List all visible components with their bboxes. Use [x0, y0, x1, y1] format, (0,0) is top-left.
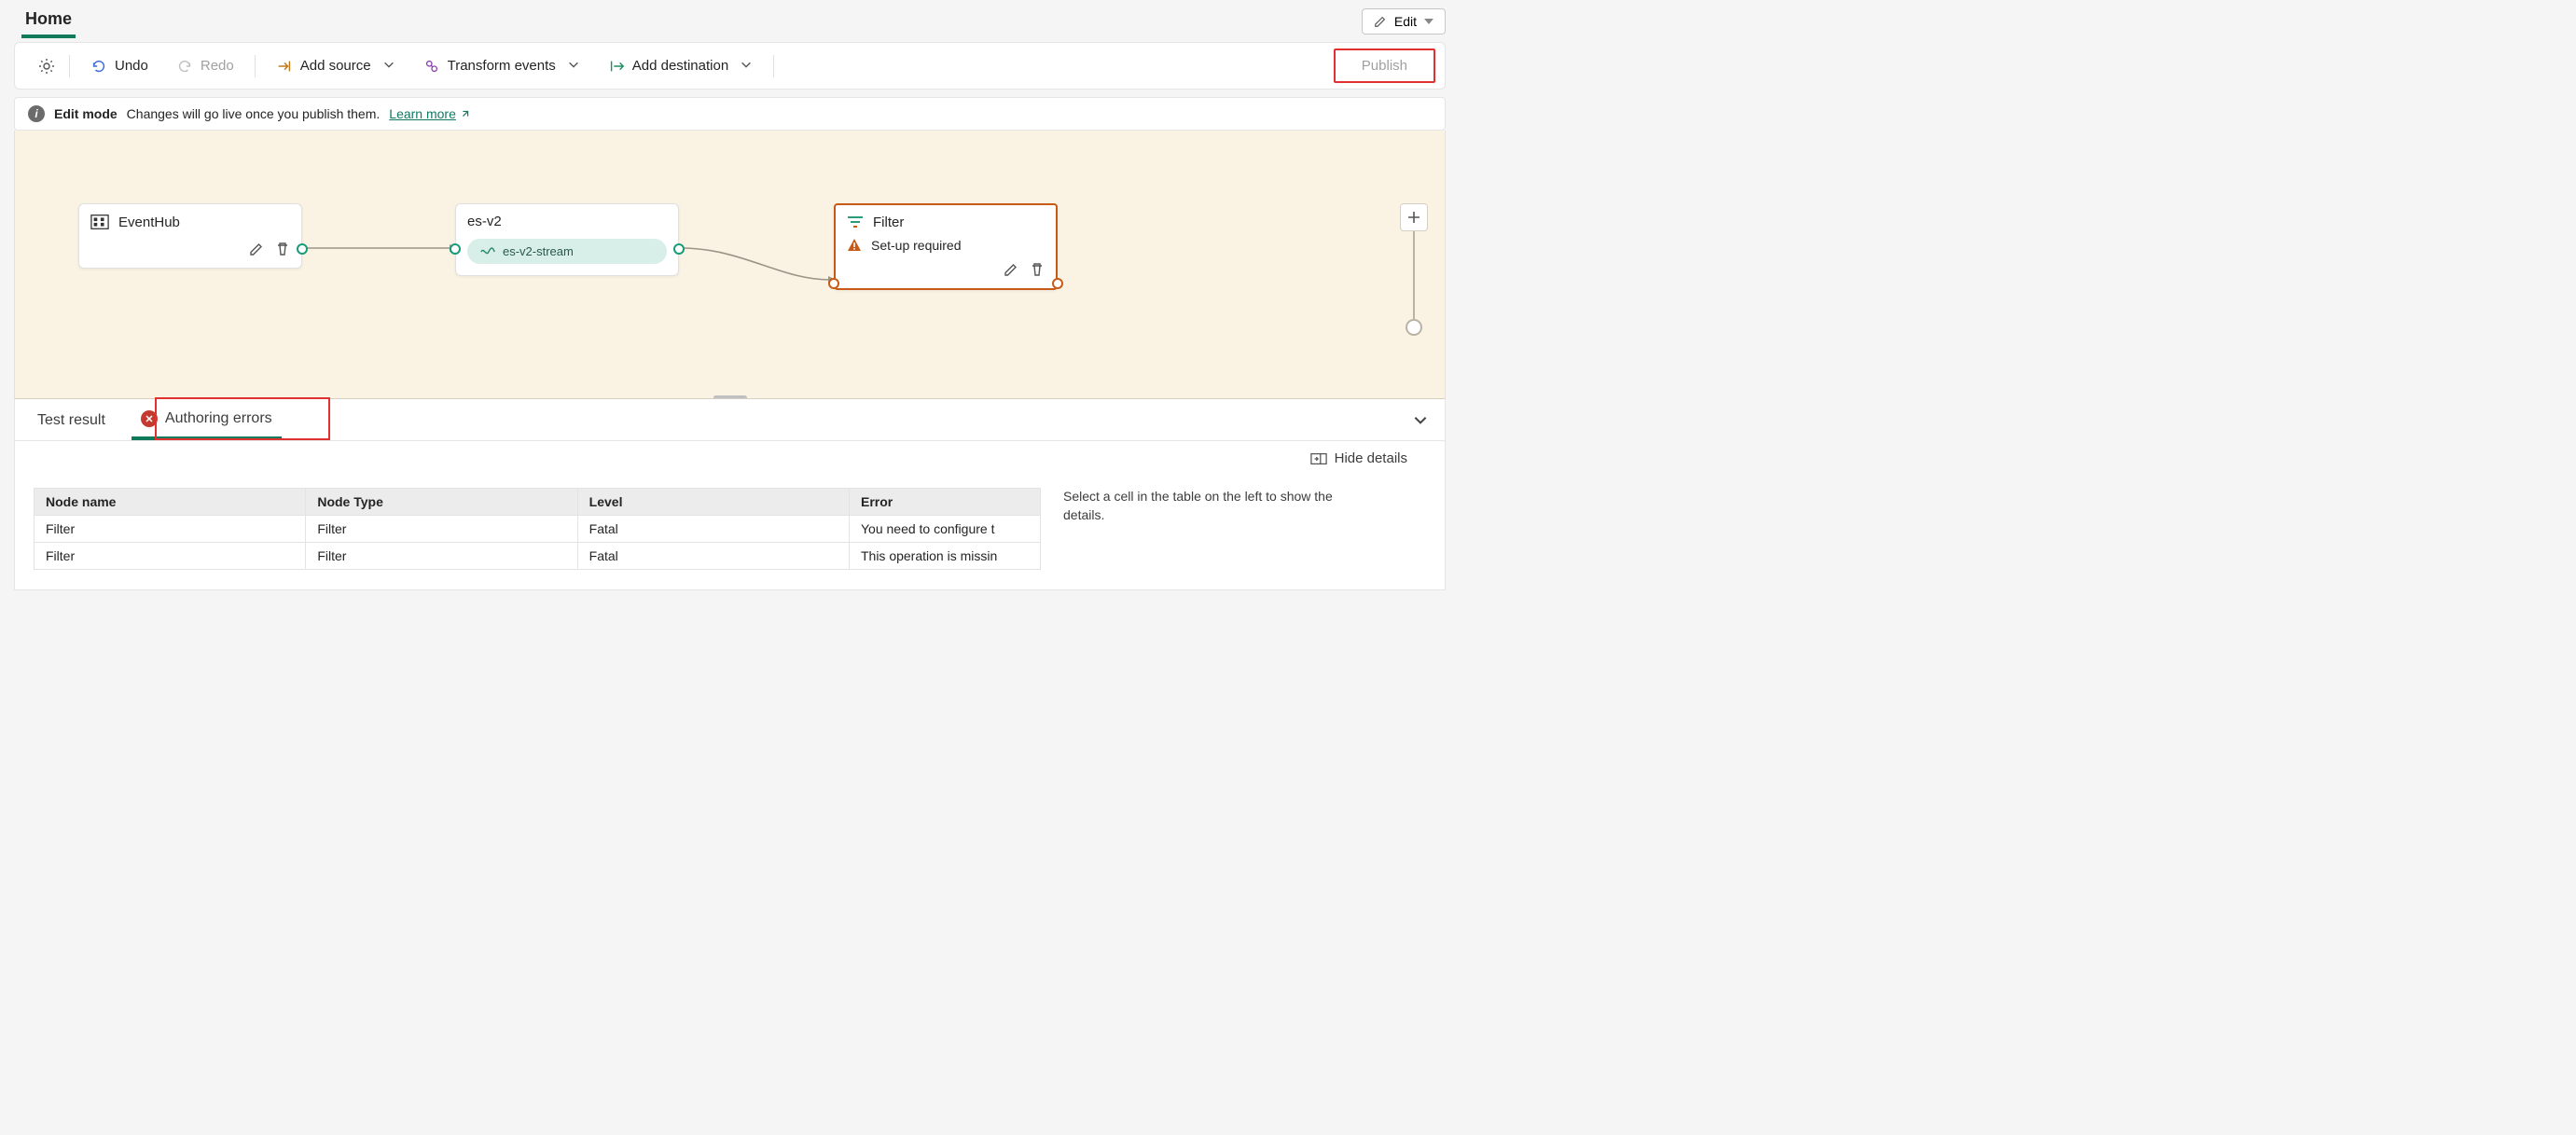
- tab-authoring-errors[interactable]: ✕ Authoring errors: [132, 399, 282, 440]
- transform-icon: [423, 58, 440, 75]
- details-help-text: Select a cell in the table on the left t…: [1063, 488, 1343, 576]
- table-row[interactable]: Filter Filter Fatal You need to configur…: [35, 516, 1041, 543]
- transform-label: Transform events: [448, 58, 556, 74]
- cell-node-name[interactable]: Filter: [35, 516, 306, 543]
- gear-icon: [37, 57, 56, 76]
- node-esv2-title: es-v2: [467, 214, 502, 229]
- edit-mode-banner: i Edit mode Changes will go live once yo…: [14, 97, 1446, 131]
- pencil-icon: [1004, 262, 1018, 277]
- header-bar: Home Edit: [5, 0, 1455, 38]
- settings-button[interactable]: [37, 57, 56, 76]
- col-level[interactable]: Level: [577, 489, 849, 516]
- stream-name: es-v2-stream: [503, 244, 574, 258]
- add-node-button[interactable]: [1400, 203, 1428, 231]
- warning-icon: [847, 238, 862, 253]
- node-filter-title: Filter: [873, 215, 904, 230]
- external-link-icon: [460, 108, 471, 119]
- publish-button[interactable]: Publish: [1334, 48, 1435, 83]
- cell-node-name[interactable]: Filter: [35, 543, 306, 570]
- edit-label: Edit: [1394, 14, 1417, 29]
- table-row[interactable]: Filter Filter Fatal This operation is mi…: [35, 543, 1041, 570]
- add-source-button[interactable]: Add source: [269, 52, 403, 80]
- undo-icon: [90, 58, 107, 75]
- errors-table[interactable]: Node name Node Type Level Error Filter F…: [34, 488, 1041, 570]
- errors-details-panel: Hide details Node name Node Type Level E…: [14, 441, 1446, 590]
- eventhub-icon: [90, 214, 109, 230]
- col-node-name[interactable]: Node name: [35, 489, 306, 516]
- redo-label: Redo: [201, 58, 234, 74]
- add-destination-label: Add destination: [632, 58, 728, 74]
- pencil-icon: [1374, 15, 1387, 28]
- learn-more-link[interactable]: Learn more: [389, 106, 471, 121]
- node-filter[interactable]: Filter Set-up required: [834, 203, 1058, 290]
- node-edit-button[interactable]: [1002, 260, 1020, 279]
- undo-button[interactable]: Undo: [83, 52, 156, 80]
- cell-error[interactable]: This operation is missin: [849, 543, 1040, 570]
- output-port[interactable]: [1052, 278, 1063, 289]
- chevron-down-icon: [740, 58, 753, 75]
- add-source-label: Add source: [300, 58, 371, 74]
- add-destination-button[interactable]: Add destination: [601, 52, 760, 80]
- pipeline-canvas[interactable]: EventHub es-v2 es-v2-stream Fil: [14, 131, 1446, 399]
- output-port[interactable]: [673, 243, 685, 255]
- collapse-panel-button[interactable]: [1409, 408, 1432, 431]
- zoom-handle[interactable]: [1406, 319, 1422, 336]
- node-filter-status: Set-up required: [871, 238, 962, 253]
- panel-collapse-icon: [1310, 452, 1327, 465]
- source-in-icon: [276, 58, 293, 75]
- chevron-down-icon: [567, 58, 580, 75]
- transform-events-button[interactable]: Transform events: [416, 52, 588, 80]
- cell-node-type[interactable]: Filter: [306, 516, 577, 543]
- error-badge-icon: ✕: [141, 410, 158, 427]
- hide-details-button[interactable]: Hide details: [1310, 450, 1407, 466]
- tab-test-result-label: Test result: [37, 412, 105, 429]
- toolbar: Undo Redo Add source Transform events Ad…: [14, 42, 1446, 90]
- bottom-panel-tabs: Test result ✕ Authoring errors: [14, 399, 1446, 441]
- pencil-icon: [249, 242, 264, 256]
- cell-node-type[interactable]: Filter: [306, 543, 577, 570]
- learn-more-label: Learn more: [389, 106, 456, 121]
- redo-button[interactable]: Redo: [169, 52, 242, 80]
- zoom-rail[interactable]: [1413, 231, 1415, 325]
- node-eventhub[interactable]: EventHub: [78, 203, 302, 269]
- input-port[interactable]: [450, 243, 461, 255]
- stream-icon: [480, 245, 495, 258]
- input-port[interactable]: [828, 278, 839, 289]
- chevron-down-icon: [382, 58, 395, 75]
- filter-icon: [847, 215, 864, 230]
- chevron-down-icon: [1412, 411, 1429, 428]
- node-eventhub-title: EventHub: [118, 215, 180, 230]
- trash-icon: [1030, 262, 1045, 277]
- cell-error[interactable]: You need to configure t: [849, 516, 1040, 543]
- hide-details-label: Hide details: [1335, 450, 1407, 466]
- node-esv2[interactable]: es-v2 es-v2-stream: [455, 203, 679, 276]
- edit-mode-label: Edit mode: [54, 106, 118, 121]
- node-delete-button[interactable]: [273, 240, 292, 258]
- col-node-type[interactable]: Node Type: [306, 489, 577, 516]
- trash-icon: [275, 242, 290, 256]
- cell-level[interactable]: Fatal: [577, 516, 849, 543]
- edit-mode-message: Changes will go live once you publish th…: [127, 106, 381, 121]
- info-icon: i: [28, 105, 45, 122]
- cell-level[interactable]: Fatal: [577, 543, 849, 570]
- node-delete-button[interactable]: [1028, 260, 1046, 279]
- edit-dropdown-button[interactable]: Edit: [1362, 8, 1446, 35]
- redo-icon: [176, 58, 193, 75]
- undo-label: Undo: [115, 58, 148, 74]
- tab-home[interactable]: Home: [21, 4, 76, 38]
- caret-down-icon: [1424, 19, 1433, 24]
- plus-icon: [1406, 210, 1421, 225]
- node-edit-button[interactable]: [247, 240, 266, 258]
- output-port[interactable]: [297, 243, 308, 255]
- stream-pill[interactable]: es-v2-stream: [467, 239, 667, 264]
- tab-authoring-errors-label: Authoring errors: [165, 410, 272, 427]
- destination-out-icon: [608, 58, 625, 75]
- table-header-row: Node name Node Type Level Error: [35, 489, 1041, 516]
- col-error[interactable]: Error: [849, 489, 1040, 516]
- tab-test-result[interactable]: Test result: [28, 401, 115, 438]
